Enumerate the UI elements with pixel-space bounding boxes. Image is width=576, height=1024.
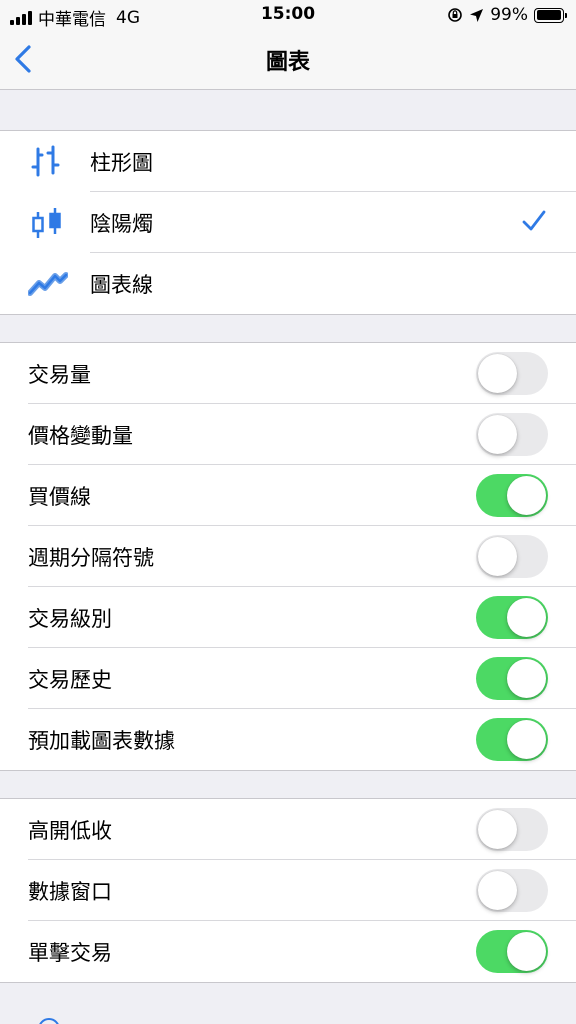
one-click-trading-toggle[interactable] <box>476 930 548 973</box>
price-change-toggle[interactable] <box>476 413 548 456</box>
trade-levels-toggle[interactable] <box>476 596 548 639</box>
chart-type-label: 柱形圖 <box>90 150 153 175</box>
battery-icon <box>534 7 567 23</box>
chart-type-line[interactable]: 圖表線 <box>0 253 576 314</box>
status-bar: 中華電信 4G 15:00 99% <box>0 0 576 30</box>
partial-icon <box>38 1018 60 1024</box>
line-chart-icon <box>28 272 68 296</box>
setting-row: 交易歷史 <box>0 648 576 709</box>
setting-label: 交易歷史 <box>28 667 112 692</box>
status-right: 99% <box>447 5 567 25</box>
chart-type-bar[interactable]: 柱形圖 <box>0 131 576 192</box>
orientation-lock-icon <box>448 8 463 22</box>
setting-label: 預加載圖表數據 <box>28 728 175 753</box>
toggle-knob <box>507 476 546 515</box>
data-window-toggle[interactable] <box>476 869 548 912</box>
chart-type-candlestick[interactable]: 陰陽燭 <box>0 192 576 253</box>
toggle-knob <box>478 810 517 849</box>
toggle-knob <box>478 415 517 454</box>
setting-label: 單擊交易 <box>28 940 112 965</box>
setting-label: 高開低收 <box>28 818 112 843</box>
chart-type-label: 圖表線 <box>90 272 153 297</box>
ohlc-toggle[interactable] <box>476 808 548 851</box>
setting-row: 單擊交易 <box>0 921 576 982</box>
trading-settings-group: 高開低收 數據窗口 單擊交易 <box>0 798 576 983</box>
toggle-knob <box>478 537 517 576</box>
location-arrow-icon <box>470 8 484 22</box>
setting-label: 數據窗口 <box>28 879 112 904</box>
battery-percent: 99% <box>490 5 528 25</box>
bid-line-toggle[interactable] <box>476 474 548 517</box>
setting-row: 高開低收 <box>0 799 576 860</box>
checkmark-icon <box>522 210 546 231</box>
toggle-knob <box>507 720 546 759</box>
bar-chart-icon <box>31 145 60 177</box>
toggle-knob <box>507 659 546 698</box>
toggle-knob <box>478 871 517 910</box>
page-title: 圖表 <box>265 50 310 75</box>
preload-chart-data-toggle[interactable] <box>476 718 548 761</box>
toggle-knob <box>507 932 546 971</box>
setting-label: 週期分隔符號 <box>28 545 154 570</box>
chart-type-label: 陰陽燭 <box>90 211 153 236</box>
candlestick-icon <box>32 208 61 238</box>
setting-row: 價格變動量 <box>0 404 576 465</box>
trade-history-toggle[interactable] <box>476 657 548 700</box>
navigation-bar: 圖表 <box>0 30 576 90</box>
toggle-knob <box>507 598 546 637</box>
period-separator-toggle[interactable] <box>476 535 548 578</box>
chart-type-group: 柱形圖 陰陽燭 圖表線 <box>0 130 576 315</box>
setting-row: 週期分隔符號 <box>0 526 576 587</box>
setting-row: 交易級別 <box>0 587 576 648</box>
battery-fill <box>536 10 562 20</box>
setting-row: 交易量 <box>0 343 576 404</box>
setting-row: 數據窗口 <box>0 860 576 921</box>
setting-label: 價格變動量 <box>28 423 133 448</box>
volume-toggle[interactable] <box>476 352 548 395</box>
setting-label: 交易量 <box>28 362 91 387</box>
display-settings-group: 交易量 價格變動量 買價線 週期分隔符號 交易級別 交易歷史 預加載圖表數據 <box>0 342 576 771</box>
setting-row: 預加載圖表數據 <box>0 709 576 770</box>
setting-label: 交易級別 <box>28 606 112 631</box>
setting-row: 買價線 <box>0 465 576 526</box>
toggle-knob <box>478 354 517 393</box>
setting-label: 買價線 <box>28 484 91 509</box>
